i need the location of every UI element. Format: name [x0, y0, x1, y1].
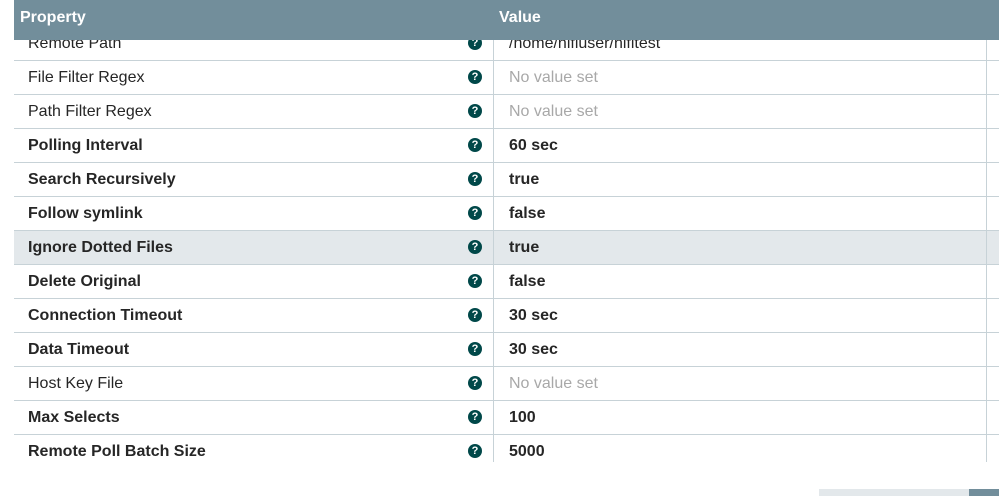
- property-value[interactable]: true: [509, 239, 539, 257]
- property-value[interactable]: false: [509, 273, 545, 291]
- table-row[interactable]: Ignore Dotted Files? true: [14, 231, 999, 265]
- property-name: Path Filter Regex: [28, 103, 152, 120]
- help-icon[interactable]: ?: [468, 70, 482, 84]
- property-name: Delete Original: [28, 273, 141, 290]
- help-icon[interactable]: ?: [468, 274, 482, 288]
- property-value[interactable]: 100: [509, 409, 536, 427]
- table-row[interactable]: Data Timeout? 30 sec: [14, 333, 999, 367]
- cell-divider: [493, 95, 494, 128]
- cell-divider: [493, 231, 494, 264]
- property-name: Data Timeout: [28, 341, 130, 358]
- property-value[interactable]: 60 sec: [509, 137, 558, 155]
- property-value[interactable]: 5000: [509, 443, 545, 461]
- property-name: File Filter Regex: [28, 69, 145, 86]
- footer-button-primary[interactable]: [969, 489, 999, 496]
- cell-divider: [493, 129, 494, 162]
- table-row[interactable]: File Filter Regex? No value set: [14, 61, 999, 95]
- property-value[interactable]: true: [509, 171, 539, 189]
- properties-table: Property Value Remote Path?/home/nifiuse…: [14, 0, 999, 462]
- value-column-header[interactable]: Value: [499, 9, 541, 27]
- help-icon[interactable]: ?: [468, 206, 482, 220]
- cell-divider: [493, 61, 494, 94]
- help-icon[interactable]: ?: [468, 342, 482, 356]
- cell-divider: [493, 299, 494, 332]
- table-row[interactable]: Search Recursively? true: [14, 163, 999, 197]
- help-icon[interactable]: ?: [468, 138, 482, 152]
- table-header: Property Value: [14, 0, 999, 40]
- table-row[interactable]: Delete Original? false: [14, 265, 999, 299]
- property-value[interactable]: No value set: [509, 375, 598, 393]
- table-body: Remote Path?/home/nifiuser/nifitest File …: [14, 27, 999, 462]
- property-name: Remote Poll Batch Size: [28, 443, 206, 460]
- help-icon[interactable]: ?: [468, 308, 482, 322]
- property-name: Search Recursively: [28, 171, 176, 188]
- cell-divider: [493, 401, 494, 434]
- property-name: Connection Timeout: [28, 307, 183, 324]
- property-name: Max Selects: [28, 409, 120, 426]
- cell-divider: [493, 265, 494, 298]
- help-icon[interactable]: ?: [468, 104, 482, 118]
- property-value[interactable]: 30 sec: [509, 341, 558, 359]
- property-name: Host Key File: [28, 375, 124, 392]
- property-value[interactable]: 30 sec: [509, 307, 558, 325]
- table-row[interactable]: Path Filter Regex? No value set: [14, 95, 999, 129]
- property-value[interactable]: No value set: [509, 103, 598, 121]
- cell-divider: [493, 333, 494, 366]
- cell-divider: [493, 197, 494, 230]
- property-name: Polling Interval: [28, 137, 143, 154]
- table-row[interactable]: Follow symlink? false: [14, 197, 999, 231]
- table-row[interactable]: Host Key File? No value set: [14, 367, 999, 401]
- table-row[interactable]: Polling Interval? 60 sec: [14, 129, 999, 163]
- table-row[interactable]: Remote Poll Batch Size? 5000: [14, 435, 999, 462]
- column-divider: [986, 40, 987, 462]
- footer-button[interactable]: [819, 489, 969, 496]
- help-icon[interactable]: ?: [468, 444, 482, 458]
- help-icon[interactable]: ?: [468, 240, 482, 254]
- table-row[interactable]: Connection Timeout? 30 sec: [14, 299, 999, 333]
- property-column-header[interactable]: Property: [20, 9, 86, 27]
- help-icon[interactable]: ?: [468, 376, 482, 390]
- help-icon[interactable]: ?: [468, 172, 482, 186]
- property-name: Follow symlink: [28, 205, 143, 222]
- cell-divider: [493, 163, 494, 196]
- help-icon[interactable]: ?: [468, 410, 482, 424]
- table-row[interactable]: Max Selects? 100: [14, 401, 999, 435]
- cell-divider: [493, 435, 494, 462]
- cell-divider: [493, 367, 494, 400]
- property-value[interactable]: false: [509, 205, 545, 223]
- property-name: Ignore Dotted Files: [28, 239, 173, 256]
- property-value[interactable]: No value set: [509, 69, 598, 87]
